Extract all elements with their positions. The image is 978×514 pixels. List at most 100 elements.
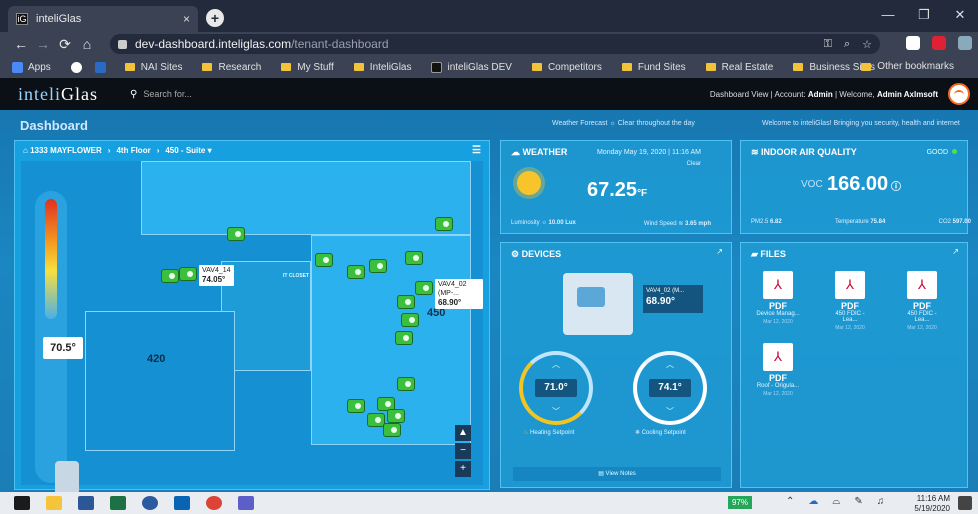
bookmark-fund-sites[interactable]: Fund Sites — [621, 62, 686, 73]
bookmark-my-stuff[interactable]: My Stuff — [281, 62, 334, 73]
user-name[interactable]: Admin Axlmsoft — [877, 90, 938, 99]
minimize-button[interactable]: — — [870, 0, 906, 30]
new-tab-button[interactable]: + — [206, 9, 224, 27]
zoom-up-button[interactable]: ▲ — [455, 425, 471, 441]
cooling-setpoint-dial[interactable]: ︿ 74.1° ﹀ — [633, 351, 707, 425]
vav-device-icon[interactable] — [383, 423, 401, 437]
key-icon[interactable]: ⚿ — [824, 38, 832, 51]
breadcrumb-floor[interactable]: 4th Floor — [116, 146, 150, 155]
maximize-button[interactable]: ❐ — [906, 0, 942, 30]
onedrive-icon[interactable]: ☁ — [808, 496, 818, 507]
tab-close-button[interactable]: × — [183, 12, 190, 26]
bookmark-google[interactable] — [70, 61, 87, 73]
bookmark-inteliglas-dev[interactable]: inteliGlas DEV — [431, 61, 512, 73]
user-avatar[interactable] — [948, 83, 970, 105]
word-icon[interactable] — [78, 496, 94, 510]
file-explorer-icon[interactable] — [46, 496, 62, 510]
expand-arrow-icon[interactable]: ↗ — [952, 247, 959, 256]
devices-card: ⚙ DEVICES ↗ VAV4_02 (M... 68.90° ︿ 71.0°… — [500, 242, 732, 488]
heating-setpoint-value: 71.0° — [535, 379, 577, 397]
bookmark-word[interactable] — [94, 61, 111, 73]
bookmark-other[interactable]: Other bookmarks — [861, 61, 954, 72]
air-quality-card: ≋ INDOOR AIR QUALITY GOOD VOC 166.00 ⓘ P… — [740, 140, 971, 234]
search-box[interactable]: ⚲ Search for... — [130, 89, 192, 100]
bookmark-apps[interactable]: Apps — [12, 61, 51, 73]
home-icon[interactable]: ⌂ — [76, 36, 98, 52]
heating-up-arrow-icon[interactable]: ︿ — [552, 359, 560, 370]
skype-icon[interactable] — [142, 496, 158, 510]
bookmark-label: inteliGlas DEV — [447, 61, 512, 73]
excel-icon[interactable] — [110, 496, 126, 510]
vav-device-icon[interactable] — [347, 265, 365, 279]
file-item[interactable]: ⅄ PDF 450 FDIC - Lea... Mar 12, 2020 — [827, 271, 873, 331]
view-notes-button[interactable]: ▤ View Notes — [513, 467, 721, 481]
file-item[interactable]: ⅄ PDF Roof - Origula... Mar 12, 2020 — [755, 343, 801, 397]
url-bar[interactable]: dev-dashboard.inteliglas.com/tenant-dash… — [110, 34, 880, 54]
file-item[interactable]: ⅄ PDF Device Manag... Mar 12, 2020 — [755, 271, 801, 325]
vav-device-icon[interactable] — [347, 399, 365, 413]
forward-arrow-icon[interactable]: → — [32, 36, 54, 52]
file-item[interactable]: ⅄ PDF 450 FDIC - Lea... Mar 12, 2020 — [899, 271, 945, 331]
menu-icon[interactable]: ☰ — [472, 145, 481, 156]
weather-card: ☁ WEATHER Monday May 19, 2020 | 11:16 AM… — [500, 140, 732, 234]
bookmark-competitors[interactable]: Competitors — [531, 62, 602, 73]
pen-icon[interactable]: ✎ — [854, 496, 862, 507]
outlook-icon[interactable] — [174, 496, 190, 510]
heating-down-arrow-icon[interactable]: ﹀ — [552, 406, 560, 417]
chevron-up-icon[interactable]: ⌃ — [786, 496, 794, 507]
zoom-in-button[interactable]: + — [455, 461, 471, 477]
profile-icon[interactable] — [906, 36, 920, 50]
battery-indicator[interactable]: 97% — [728, 496, 752, 509]
bookmark-star-icon[interactable]: ☆ — [862, 38, 872, 51]
vav-device-icon[interactable] — [395, 331, 413, 345]
bookmark-inteliglas[interactable]: InteliGlas — [353, 62, 411, 73]
vav-device-icon[interactable] — [415, 281, 433, 295]
chrome-icon[interactable] — [206, 496, 222, 510]
breadcrumb-building[interactable]: 1333 MAYFLOWER — [30, 146, 102, 155]
home-icon[interactable]: ⌂ — [23, 146, 30, 155]
bookmark-research[interactable]: Research — [202, 62, 261, 73]
vav-device-icon[interactable] — [397, 295, 415, 309]
extension-icon[interactable] — [932, 36, 946, 50]
vav-device-icon[interactable] — [179, 267, 197, 281]
dashboard-view-label[interactable]: Dashboard View | Account: — [710, 90, 808, 99]
lock-icon — [118, 39, 127, 49]
floorplan-map[interactable]: 420 450 IT CLOSET 70.5° ▲ − + VAV4_14 74.… — [21, 161, 483, 501]
cooling-down-arrow-icon[interactable]: ﹀ — [666, 406, 674, 417]
back-arrow-icon[interactable]: ← — [10, 36, 32, 52]
windows-start-icon[interactable] — [14, 496, 30, 510]
vav-device-icon[interactable] — [435, 217, 453, 231]
vav-device-icon[interactable] — [161, 269, 179, 283]
extension-icon-2[interactable] — [958, 36, 972, 50]
info-icon[interactable]: ⓘ — [888, 182, 901, 193]
vav-device-icon[interactable] — [405, 251, 423, 265]
close-window-button[interactable]: ✕ — [942, 0, 978, 30]
zoom-out-button[interactable]: − — [455, 443, 471, 459]
network-icon[interactable]: ⌓ — [832, 496, 840, 507]
welcome-label: | Welcome, — [832, 90, 877, 99]
account-name[interactable]: Admin — [808, 90, 833, 99]
vav-device-icon[interactable] — [315, 253, 333, 267]
vav-device-icon[interactable] — [397, 377, 415, 391]
teams-icon[interactable] — [238, 496, 254, 510]
bookmark-label: Research — [218, 61, 262, 73]
breadcrumb-suite[interactable]: 450 - Suite — [165, 146, 205, 155]
reload-icon[interactable]: ⟳ — [54, 36, 76, 53]
vav-device-icon[interactable] — [369, 259, 387, 273]
expand-arrow-icon[interactable]: ↗ — [716, 247, 723, 256]
cooling-up-arrow-icon[interactable]: ︿ — [666, 359, 674, 370]
heating-setpoint-dial[interactable]: ︿ 71.0° ﹀ — [519, 351, 593, 425]
browser-tab[interactable]: iG inteliGlas × — [8, 6, 198, 32]
vav-device-icon[interactable] — [387, 409, 405, 423]
bookmark-real-estate[interactable]: Real Estate — [705, 62, 773, 73]
voc-value-text: 166.00 — [827, 173, 889, 195]
volume-icon[interactable]: ♫ — [877, 496, 885, 507]
notification-icon[interactable] — [958, 496, 972, 510]
zoom-icon[interactable]: ⌕ — [844, 38, 850, 51]
vav-device-icon[interactable] — [401, 313, 419, 327]
taskbar-clock[interactable]: 11:16 AM 5/19/2020 — [914, 494, 950, 514]
chevron-down-icon[interactable]: ▾ — [205, 146, 212, 155]
bookmark-nai-sites[interactable]: NAI Sites — [124, 62, 182, 73]
inteliglas-logo[interactable]: inteliGlas — [18, 84, 98, 105]
vav-device-icon[interactable] — [227, 227, 245, 241]
